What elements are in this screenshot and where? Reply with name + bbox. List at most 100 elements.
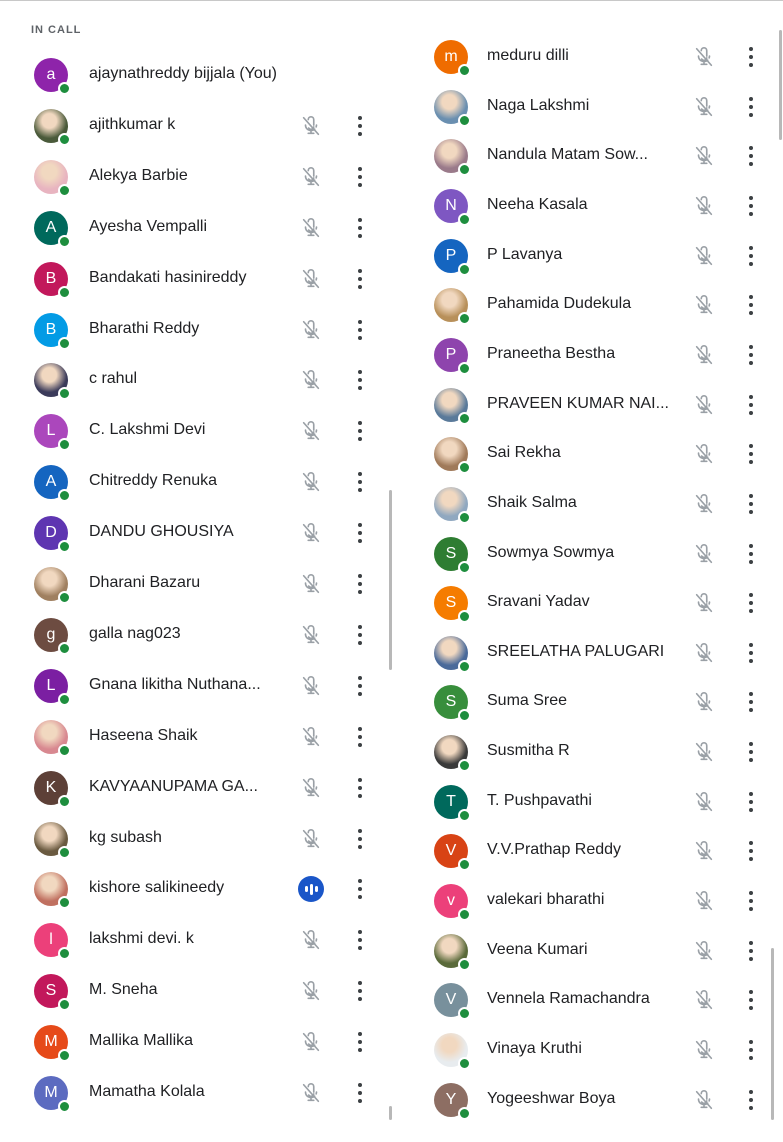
more-options-icon[interactable] <box>748 593 754 614</box>
more-options-icon[interactable] <box>748 940 754 961</box>
participant-name: Suma Sree <box>487 692 568 710</box>
more-options-icon[interactable] <box>748 394 754 415</box>
avatar-initial: N <box>445 196 457 214</box>
participant-row[interactable]: V Vennela Ramachandra <box>0 975 783 1025</box>
participant-row[interactable]: T T. Pushpavathi <box>0 777 783 827</box>
online-status-dot <box>458 659 471 673</box>
mic-off-icon[interactable] <box>693 940 715 962</box>
participant-name: Susmitha R <box>487 742 570 760</box>
participant-row[interactable]: Pahamida Dudekula <box>0 280 783 330</box>
online-status-dot <box>458 858 471 872</box>
more-options-icon[interactable] <box>748 990 754 1011</box>
mic-off-icon[interactable] <box>693 592 715 614</box>
mic-off-icon[interactable] <box>693 890 715 912</box>
online-status-dot <box>458 709 471 723</box>
more-options-icon[interactable] <box>748 245 754 266</box>
mic-off-icon[interactable] <box>693 96 715 118</box>
avatar-initial: v <box>447 892 455 910</box>
participant-row[interactable]: P Praneetha Bestha <box>0 330 783 380</box>
more-options-icon[interactable] <box>748 146 754 167</box>
mic-off-icon[interactable] <box>693 989 715 1011</box>
more-options-icon[interactable] <box>748 96 754 117</box>
online-status-dot <box>458 957 471 971</box>
mic-off-icon[interactable] <box>693 46 715 68</box>
participant-name: Neeha Kasala <box>487 195 588 213</box>
mic-off-icon[interactable] <box>693 394 715 416</box>
avatar-initial: T <box>446 792 456 810</box>
mic-off-icon[interactable] <box>693 245 715 267</box>
mic-off-icon[interactable] <box>693 145 715 167</box>
online-status-dot <box>458 808 471 822</box>
participant-name: Veena Kumari <box>487 940 588 958</box>
mic-off-icon[interactable] <box>693 294 715 316</box>
participant-row[interactable]: v valekari bharathi <box>0 876 783 926</box>
mic-off-icon[interactable] <box>693 1039 715 1061</box>
mic-off-icon[interactable] <box>693 642 715 664</box>
online-status-dot <box>458 461 471 475</box>
more-options-icon[interactable] <box>748 543 754 564</box>
online-status-dot <box>458 163 471 177</box>
more-options-icon[interactable] <box>748 295 754 316</box>
avatar-initial: V <box>445 991 457 1009</box>
participant-row[interactable]: Susmitha R <box>0 727 783 777</box>
scrollbar-left[interactable] <box>389 490 392 670</box>
more-options-icon[interactable] <box>748 493 754 514</box>
avatar-initial: S <box>445 544 457 562</box>
participant-name: Vennela Ramachandra <box>487 990 650 1008</box>
avatar-initial: S <box>445 693 457 711</box>
mic-off-icon[interactable] <box>693 195 715 217</box>
participant-row[interactable]: PRAVEEN KUMAR NAI... <box>0 380 783 430</box>
participant-name: Pahamida Dudekula <box>487 295 632 313</box>
mic-off-icon[interactable] <box>693 840 715 862</box>
more-options-icon[interactable] <box>748 1040 754 1060</box>
participant-row[interactable]: S Suma Sree <box>0 677 783 727</box>
more-options-icon[interactable] <box>748 47 754 67</box>
more-options-icon[interactable] <box>748 642 754 663</box>
participant-name: Naga Lakshmi <box>487 96 590 114</box>
participant-name: Vinaya Kruthi <box>487 1040 582 1057</box>
online-status-dot <box>458 411 471 425</box>
participant-row[interactable]: Sai Rekha <box>0 429 783 479</box>
participant-name: SREELATHA PALUGARI <box>487 642 665 660</box>
participant-row[interactable]: P P Lavanya <box>0 231 783 281</box>
participant-row[interactable]: Vinaya Kruthi <box>0 1025 783 1075</box>
more-options-icon[interactable] <box>748 791 754 812</box>
more-options-icon[interactable] <box>748 891 754 912</box>
online-status-dot <box>458 510 471 524</box>
participant-name: Shaik Salma <box>487 493 577 511</box>
online-status-dot <box>458 759 471 773</box>
mic-off-icon[interactable] <box>693 791 715 813</box>
participant-name: V.V.Prathap Reddy <box>487 841 622 859</box>
participant-row[interactable]: Nandula Matam Sow... <box>0 131 783 181</box>
participant-row[interactable]: N Neeha Kasala <box>0 181 783 231</box>
online-status-dot <box>458 64 471 77</box>
mic-off-icon[interactable] <box>693 493 715 515</box>
avatar-initial: P <box>445 246 457 264</box>
online-status-dot <box>458 312 471 326</box>
mic-off-icon[interactable] <box>693 443 715 465</box>
more-options-icon[interactable] <box>748 444 754 465</box>
mic-off-icon[interactable] <box>693 741 715 763</box>
more-options-icon[interactable] <box>748 344 754 365</box>
scrollbar-left-bottom[interactable] <box>389 1106 392 1120</box>
mic-off-icon[interactable] <box>693 691 715 713</box>
online-status-dot <box>458 1057 471 1070</box>
participant-row[interactable]: Veena Kumari <box>0 926 783 976</box>
participant-row[interactable]: V V.V.Prathap Reddy <box>0 826 783 876</box>
mic-off-icon[interactable] <box>693 543 715 565</box>
more-options-icon[interactable] <box>748 195 754 216</box>
online-status-dot <box>458 1007 471 1021</box>
scrollbar-right-bottom[interactable] <box>771 948 774 1120</box>
more-options-icon[interactable] <box>748 1089 754 1110</box>
participant-name: Sravani Yadav <box>487 593 590 611</box>
participant-name: Sai Rekha <box>487 444 561 462</box>
more-options-icon[interactable] <box>748 841 754 862</box>
mic-off-icon[interactable] <box>693 344 715 366</box>
online-status-dot <box>458 1106 471 1120</box>
more-options-icon[interactable] <box>748 742 754 763</box>
more-options-icon[interactable] <box>748 692 754 713</box>
participant-row[interactable]: m meduru dilli <box>0 32 783 82</box>
scrollbar-right-top[interactable] <box>779 30 782 140</box>
participant-row[interactable]: Naga Lakshmi <box>0 82 783 132</box>
mic-off-icon[interactable] <box>693 1089 715 1111</box>
